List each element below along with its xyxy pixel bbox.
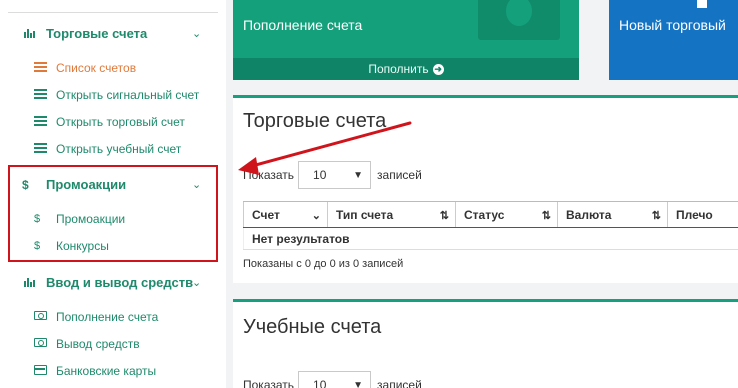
column-header-currency[interactable]: Валюта ⇅ [557, 201, 668, 228]
column-label: Валюта [566, 207, 612, 222]
empty-message: Нет результатов [243, 227, 738, 250]
divider [8, 12, 218, 13]
column-label: Плечо [676, 207, 713, 222]
deposit-action[interactable]: Пополнить ➜ [233, 58, 579, 80]
sort-icon: ⇅ [439, 210, 449, 222]
section-title: Торговые счета [46, 26, 148, 41]
sidebar-item-label: Открыть торговый счет [56, 115, 185, 129]
show-label: Показать [243, 378, 295, 388]
page-size-value: 10 [313, 168, 327, 182]
chevron-down-icon: ▼ [353, 170, 364, 181]
deposit-tile[interactable]: Пополнение счета Пополнить ➜ [233, 0, 579, 80]
table-row: Нет результатов [243, 227, 738, 250]
records-label: записей [377, 168, 422, 182]
bar-chart-icon [22, 27, 38, 41]
page-length-control: Показать 10 ▼ записей [243, 161, 422, 189]
bar-chart-icon [22, 276, 38, 290]
list-icon [34, 115, 48, 129]
column-header-account[interactable]: Счет ⌄ [243, 201, 328, 228]
sidebar-item-label: Список счетов [56, 61, 137, 75]
column-label: Статус [464, 207, 505, 222]
column-header-status[interactable]: Статус ⇅ [455, 201, 558, 228]
column-label: Счет [252, 207, 280, 222]
page-size-select[interactable]: 10 ▼ [298, 371, 372, 388]
panel-title: Учебные счета [243, 316, 382, 338]
panel-title: Торговые счета [243, 110, 387, 132]
cash-icon [34, 311, 48, 323]
credit-card-icon [34, 364, 48, 378]
sidebar-item-label: Вывод средств [56, 337, 140, 351]
cash-icon [34, 338, 48, 350]
chevron-down-icon[interactable]: ⌄ [192, 27, 201, 40]
deposit-action-label: Пополнить [368, 62, 429, 76]
trading-accounts-table: Счет ⌄ Тип счета ⇅ Статус ⇅ Валюта ⇅ Плечо Н… [243, 201, 738, 250]
highlight-box [8, 165, 218, 262]
table-info: Показаны с 0 до 0 из 0 записей [243, 258, 404, 270]
sort-icon: ⇅ [541, 210, 551, 222]
demo-accounts-panel: Учебные счета Показать 10 ▼ записей [233, 299, 738, 388]
sidebar-item-open-signal[interactable]: Открыть сигнальный счет [34, 88, 199, 102]
sidebar-item-accounts-list[interactable]: Список счетов [34, 61, 136, 75]
show-label: Показать [243, 168, 295, 182]
list-icon [34, 88, 48, 102]
sidebar-item-bank-cards[interactable]: Банковские карты [34, 364, 156, 378]
tile-title: Пополнение счета [243, 17, 363, 33]
page-length-control: Показать 10 ▼ записей [243, 371, 422, 388]
sidebar-item-label: Открыть сигнальный счет [56, 88, 200, 102]
page-size-value: 10 [313, 378, 327, 388]
chevron-down-icon[interactable]: ⌄ [192, 276, 201, 289]
sidebar-item-open-trading[interactable]: Открыть торговый счет [34, 115, 185, 129]
arrow-right-circle-icon: ➜ [432, 63, 444, 75]
sidebar-item-label: Открыть учебный счет [56, 142, 182, 156]
chevron-down-icon: ⌄ [311, 210, 321, 222]
trading-accounts-panel: Торговые счета Показать 10 ▼ записей Сче… [233, 95, 738, 283]
chevron-down-icon: ▼ [353, 380, 364, 388]
column-header-leverage[interactable]: Плечо [667, 201, 738, 228]
column-label: Тип счета [336, 207, 394, 222]
column-header-type[interactable]: Тип счета ⇅ [327, 201, 456, 228]
sidebar-item-deposit[interactable]: Пополнение счета [34, 310, 158, 324]
section-deposit-withdrawal[interactable]: Ввод и вывод средств ⌄ [22, 275, 201, 290]
new-account-tile[interactable]: Новый торговый [609, 0, 738, 80]
section-trading-accounts[interactable]: Торговые счета ⌄ [22, 26, 201, 41]
sidebar-item-label: Пополнение счета [56, 310, 159, 324]
sidebar: Торговые счета ⌄ Список счетов Открыть с… [0, 0, 226, 388]
list-icon [34, 61, 48, 75]
sidebar-item-open-demo[interactable]: Открыть учебный счет [34, 142, 181, 156]
section-title: Ввод и вывод средств [46, 275, 194, 290]
sidebar-item-withdrawal[interactable]: Вывод средств [34, 337, 140, 351]
plus-icon [697, 0, 707, 8]
list-icon [34, 142, 48, 156]
banknote-icon [478, 0, 560, 40]
page-size-select[interactable]: 10 ▼ [298, 161, 372, 189]
records-label: записей [377, 378, 422, 388]
sort-icon: ⇅ [651, 210, 661, 222]
tile-title: Новый торговый [619, 17, 726, 33]
sidebar-item-label: Банковские карты [56, 364, 157, 378]
